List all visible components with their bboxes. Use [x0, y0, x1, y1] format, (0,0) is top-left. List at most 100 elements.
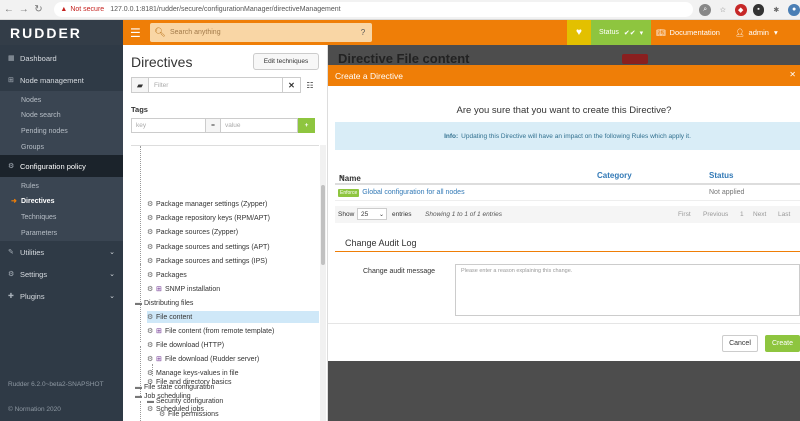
menu-toggle-icon[interactable]: ☰ — [130, 26, 141, 40]
tree-guide — [140, 146, 141, 266]
sidebar-item-label: Settings — [20, 269, 48, 279]
sidebar-item-plugins[interactable]: ✚ Plugins ⌄ — [0, 285, 123, 307]
tree-item-label: Scheduled jobs — [156, 405, 204, 413]
tree-item[interactable]: ⚙ File and directory basics — [147, 376, 231, 388]
show-label: Show — [338, 211, 355, 218]
enforce-badge: Enforce — [338, 189, 360, 197]
table-header: Name ▲ Category Status — [335, 168, 800, 185]
table-row[interactable]: Enforce Global configuration for all node… — [335, 185, 800, 201]
search-input[interactable]: Search anything — [170, 29, 354, 36]
column-category[interactable]: Category — [597, 171, 632, 180]
reload-icon[interactable]: ↻ — [33, 4, 45, 15]
sliders-icon[interactable]: ☷ — [301, 77, 319, 93]
tree-folder[interactable]: ▬ Job scheduling — [135, 390, 191, 402]
tree-item[interactable]: ⚙ ⊞ File content (from remote template) — [147, 325, 274, 337]
equals-label: = — [206, 118, 221, 133]
pager-next[interactable]: Next — [753, 211, 766, 218]
help-circle-icon[interactable]: ? — [354, 28, 372, 37]
close-icon[interactable]: ✕ — [789, 70, 796, 79]
sidebar-item-utilities[interactable]: ✎ Utilities ⌄ — [0, 241, 123, 263]
tree-item[interactable]: ⚙ Package sources and settings (IPS) — [147, 255, 267, 267]
clear-icon[interactable]: ✕ — [283, 77, 301, 93]
tree-item[interactable]: ⚙ Packages — [147, 269, 187, 281]
documentation-link[interactable]: 📖︎ Documentation — [656, 20, 720, 45]
column-name[interactable]: Name ▲ — [339, 171, 361, 183]
tree-item-label: File content (from remote template) — [165, 327, 275, 335]
rudder-logo[interactable]: RUDDER — [0, 20, 123, 45]
browser-chrome: ← → ↻ ▲ Not secure 127.0.0.1:8181/rudder… — [0, 0, 800, 20]
sidebar-item-directives[interactable]: ➜ Directives — [0, 193, 123, 209]
tree-item[interactable]: ⚙ ⊞ SNMP installation — [147, 283, 220, 295]
puzzle-icon[interactable]: ✱ — [770, 4, 782, 16]
tree-item[interactable]: ⚙ Package sources and settings (APT) — [147, 241, 270, 253]
gear-icon: ⚙ — [147, 258, 154, 265]
sidebar-item-pending-nodes[interactable]: Pending nodes — [0, 123, 123, 139]
arrow-right-icon: ➜ — [11, 198, 17, 205]
sidebar-item-label: Directives — [21, 197, 55, 205]
tag-key-input[interactable]: key — [131, 118, 206, 133]
audit-message-textarea[interactable]: Please enter a reason explaining this ch… — [455, 264, 800, 316]
page-size-select[interactable]: 25 ⌄ — [357, 208, 387, 220]
sidebar-item-dashboard[interactable]: ▦ Dashboard — [0, 47, 123, 69]
tree-scrollbar[interactable] — [320, 145, 326, 421]
tree-item[interactable]: ⚙ Package sources (Zypper) — [147, 226, 238, 238]
tags-row: key = value + — [131, 118, 319, 133]
sidebar-item-label: Node management — [20, 75, 84, 85]
filter-input[interactable]: Filter — [149, 77, 283, 93]
rule-status-cell: Not applied — [709, 189, 745, 196]
table-pager: Show 25 ⌄ entries Showing 1 to 1 of 1 ent… — [335, 206, 800, 223]
filter-row: ▰ Filter ✕ ☷ — [131, 77, 319, 93]
rule-name-link[interactable]: Global configuration for all nodes — [362, 189, 464, 196]
tree-item[interactable]: ⚙ Package manager settings (Zypper) — [147, 198, 267, 210]
gear-icon: ⚙ — [8, 163, 15, 170]
chevron-down-icon: ▾ — [639, 29, 644, 37]
cancel-button[interactable]: Cancel — [722, 335, 758, 352]
documentation-label: Documentation — [669, 28, 720, 37]
sidebar-item-configuration-policy[interactable]: ⚙ Configuration policy — [0, 155, 123, 177]
folder-open-icon[interactable]: ▰ — [131, 77, 149, 93]
pager-previous[interactable]: Previous — [703, 211, 728, 218]
create-button[interactable]: Create — [765, 335, 800, 352]
zoom-icon[interactable]: ⌕ — [699, 3, 712, 16]
status-menu[interactable]: ♥ Status ✔✔ ▾ — [567, 20, 652, 45]
sidebar-item-techniques[interactable]: Techniques — [0, 209, 123, 225]
pager-last[interactable]: Last — [778, 211, 790, 218]
info-label: Info: — [444, 132, 459, 140]
profile-avatar-icon[interactable]: ● — [788, 3, 800, 16]
windows-icon: ⊞ — [156, 356, 162, 363]
directives-title: Directives — [131, 54, 193, 70]
sidebar-item-parameters[interactable]: Parameters — [0, 225, 123, 241]
tree-item-label: Packages — [156, 271, 187, 279]
forward-icon[interactable]: → — [18, 4, 30, 15]
tag-value-input[interactable]: value — [221, 118, 298, 133]
column-status[interactable]: Status — [709, 171, 733, 180]
tree-item[interactable]: ⚙ Scheduled jobs — [147, 403, 204, 415]
scrollbar-thumb[interactable] — [321, 185, 325, 265]
tree-item-label: File and directory basics — [156, 378, 232, 386]
edit-techniques-button[interactable]: Edit techniques — [253, 53, 319, 70]
pager-page-1[interactable]: 1 — [740, 211, 744, 218]
status-button[interactable]: Status ✔✔ ▾ — [591, 20, 652, 45]
star-icon[interactable]: ☆ — [717, 4, 729, 16]
tree-item[interactable]: ⚙ ⊞ File download (Rudder server) — [147, 353, 259, 365]
extension-dark-icon[interactable]: ▪ — [752, 3, 765, 16]
gear-icon: ⚙ — [147, 286, 154, 293]
tree-item[interactable]: ⚙ File download (HTTP) — [147, 339, 224, 351]
tree-item-selected[interactable]: ⚙ File content — [147, 311, 319, 323]
sidebar-item-node-management[interactable]: ⊞ Node management — [0, 69, 123, 91]
tree-item[interactable]: ⚙ Package repository keys (RPM/APT) — [147, 212, 270, 224]
address-bar[interactable]: ▲ Not secure 127.0.0.1:8181/rudder/secur… — [54, 2, 694, 17]
add-tag-button[interactable]: + — [298, 118, 315, 133]
back-icon[interactable]: ← — [3, 4, 15, 15]
sidebar-item-groups[interactable]: Groups — [0, 139, 123, 155]
sidebar-item-settings[interactable]: ⚙ Settings ⌄ — [0, 263, 123, 285]
tree-folder[interactable]: ▬ Distributing files — [135, 297, 193, 309]
extension-shield-icon[interactable]: ◆ — [734, 3, 747, 16]
search-bar[interactable]: 🔍︎ Search anything ? — [150, 23, 372, 42]
heart-icon[interactable]: ♥ — [567, 20, 591, 45]
user-menu[interactable]: 👤︎ admin ▾ — [735, 20, 778, 45]
sidebar-item-rules[interactable]: Rules — [0, 177, 123, 193]
pager-first[interactable]: First — [678, 211, 691, 218]
sidebar-item-node-search[interactable]: Node search — [0, 107, 123, 123]
sidebar-item-nodes[interactable]: Nodes — [0, 91, 123, 107]
